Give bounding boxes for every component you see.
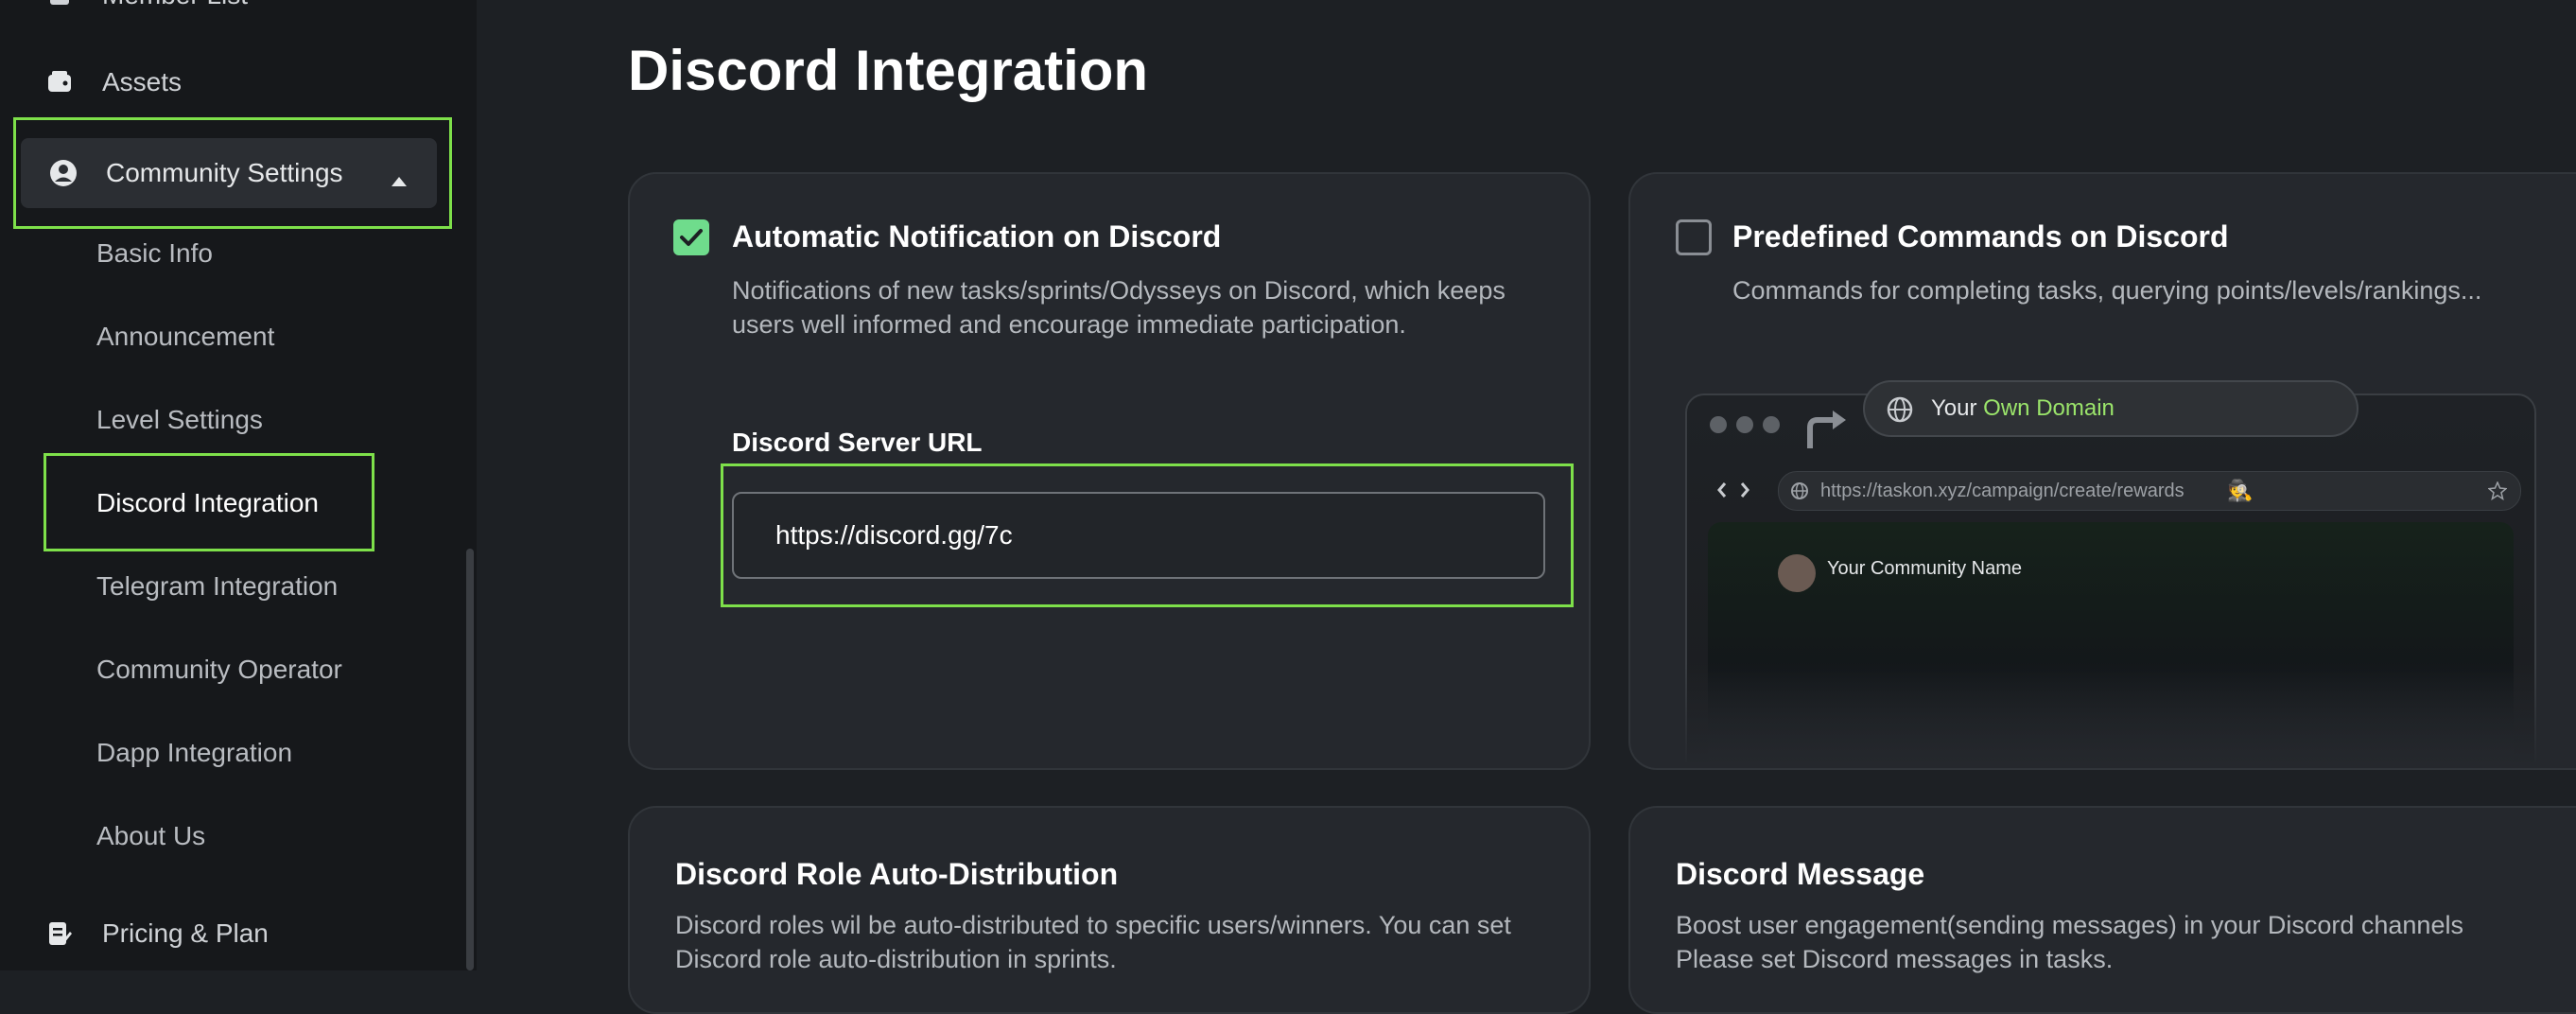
document-edit-icon (45, 919, 74, 948)
sidebar-item-member-list[interactable]: Member List (19, 0, 248, 28)
globe-icon (1791, 482, 1808, 499)
sidebar: Member List Assets Community Settings Ba… (0, 0, 477, 970)
role-distribution-desc-line2: Discord role auto-distribution in sprint… (675, 945, 1117, 973)
sidebar-item-pricing-plan[interactable]: Pricing & Plan (19, 900, 269, 967)
auto-notification-checkbox[interactable] (673, 219, 709, 255)
predefined-commands-checkbox[interactable] (1676, 219, 1712, 255)
discord-server-url-label: Discord Server URL (732, 428, 983, 457)
nav-arrows-icon (1717, 482, 1749, 498)
highlight-box (44, 453, 374, 551)
globe-icon (1887, 396, 1913, 423)
discord-message-desc-line1: Boost user engagement(sending messages) … (1676, 911, 2463, 939)
window-dot (1736, 416, 1753, 433)
predefined-commands-desc: Commands for completing tasks, querying … (1732, 276, 2482, 305)
predefined-commands-title: Predefined Commands on Discord (1732, 219, 2229, 254)
sidebar-scrollbar[interactable] (466, 549, 474, 970)
sidebar-item-telegram-integration[interactable]: Telegram Integration (96, 568, 338, 605)
sidebar-item-assets[interactable]: Assets (19, 49, 182, 115)
sidebar-item-label: Pricing & Plan (102, 918, 269, 948)
highlight-box (13, 117, 452, 229)
sidebar-item-dapp-integration[interactable]: Dapp Integration (96, 734, 292, 772)
auto-notification-desc-line1: Notifications of new tasks/sprints/Odyss… (732, 276, 1506, 305)
sidebar-item-community-operator[interactable]: Community Operator (96, 651, 342, 689)
discord-message-desc-line2: Please set Discord messages in tasks. (1676, 945, 2114, 973)
arrow-turn-icon (1807, 411, 1846, 448)
role-distribution-desc-line1: Discord roles wil be auto-distributed to… (675, 911, 1511, 939)
sidebar-item-label: Member List (102, 0, 248, 10)
window-dot (1763, 416, 1780, 433)
sidebar-item-level-settings[interactable]: Level Settings (96, 401, 263, 439)
sidebar-item-label: Assets (102, 67, 183, 96)
wallet-icon (45, 68, 74, 96)
avatar (1778, 554, 1816, 592)
discord-message-title: Discord Message (1676, 857, 1925, 891)
illustration-url-text: https://taskon.xyz/campaign/create/rewar… (1820, 481, 2184, 501)
domain-prefix: Your (1931, 395, 1984, 421)
detective-icon: 🕵 (2227, 479, 2254, 502)
star-icon (2488, 481, 2507, 500)
illustration-url-bar: https://taskon.xyz/campaign/create/rewar… (1778, 471, 2521, 511)
sidebar-item-basic-info[interactable]: Basic Info (96, 235, 213, 272)
sidebar-item-about-us[interactable]: About Us (96, 817, 205, 855)
own-domain-pill: Your Own Domain (1863, 380, 2358, 437)
auto-notification-title: Automatic Notification on Discord (732, 219, 1222, 254)
domain-highlight: Own Domain (1983, 395, 2115, 421)
illustration-community-name: Your Community Name (1827, 558, 2023, 579)
window-dot (1710, 416, 1727, 433)
list-icon (45, 0, 74, 9)
role-distribution-title: Discord Role Auto-Distribution (675, 857, 1119, 891)
highlight-box (721, 463, 1574, 607)
check-icon (680, 229, 703, 246)
illustration-fade (1685, 662, 2536, 766)
sidebar-item-announcement[interactable]: Announcement (96, 318, 274, 356)
auto-notification-desc-line2: users well informed and encourage immedi… (732, 310, 1406, 339)
page-title: Discord Integration (628, 39, 1149, 102)
